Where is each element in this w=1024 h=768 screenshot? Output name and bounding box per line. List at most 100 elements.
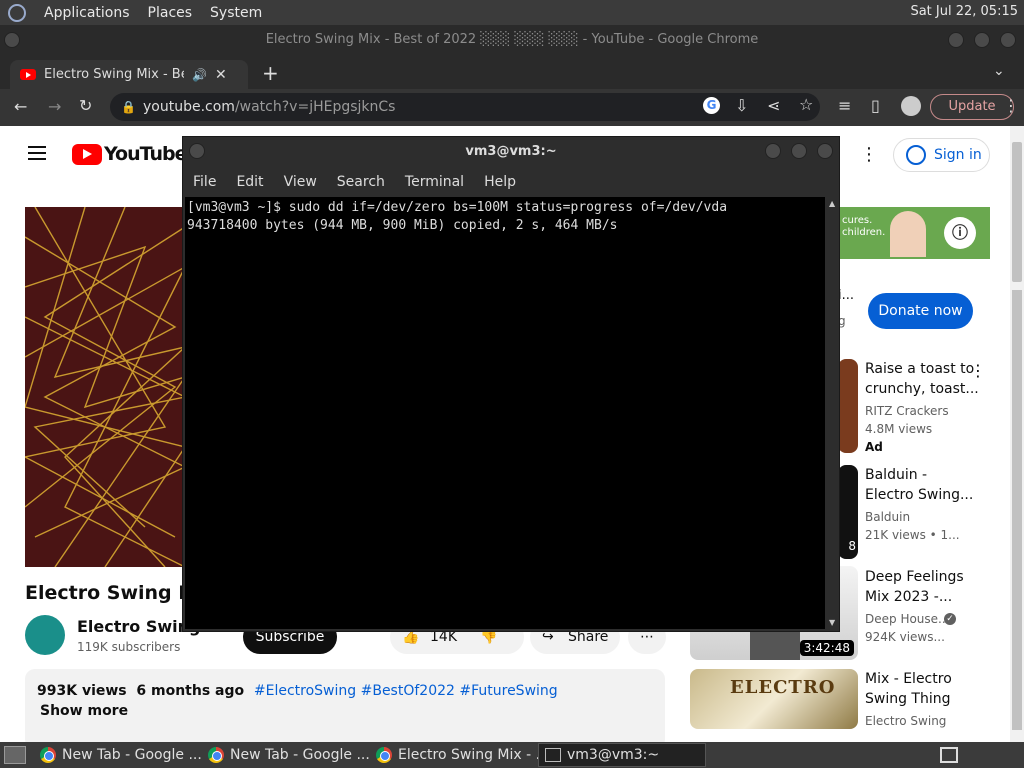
- sidebar-channel: Balduin: [865, 510, 911, 524]
- bookmark-star-icon[interactable]: ☆: [799, 95, 813, 114]
- sidebar-title-line[interactable]: Swing Thing: [865, 689, 951, 709]
- sidebar-title-line[interactable]: Mix - Electro: [865, 669, 952, 689]
- terminal-close-button[interactable]: [817, 143, 833, 159]
- description-box[interactable]: 993K views 6 months ago #ElectroSwing #B…: [25, 669, 665, 749]
- window-menu-icon[interactable]: [4, 32, 20, 48]
- url-path: /watch?v=jHEpgsjknCs: [234, 99, 396, 115]
- page-scrollbar-thumb[interactable]: [1012, 142, 1022, 282]
- terminal-menu-terminal[interactable]: Terminal: [405, 174, 464, 190]
- donate-now-button[interactable]: Donate now: [868, 293, 973, 329]
- taskbar: New Tab - Google ... New Tab - Google ..…: [0, 742, 1024, 768]
- sidebar-thumbnail[interactable]: [838, 359, 858, 453]
- terminal-progress-line: 943718400 bytes (944 MB, 900 MiB) copied…: [187, 218, 618, 233]
- minimize-button[interactable]: [948, 32, 964, 48]
- reload-icon[interactable]: ↻: [79, 96, 92, 115]
- chrome-icon: [208, 747, 224, 763]
- sidebar-thumbnail[interactable]: ELECTRO: [690, 669, 858, 729]
- more-options-icon[interactable]: ⋮: [860, 144, 878, 165]
- youtube-logo-text: YouTube: [104, 143, 187, 165]
- url-host: youtube.com: [143, 99, 235, 115]
- taskbar-item-label: vm3@vm3:~: [567, 747, 660, 763]
- tab-youtube[interactable]: Electro Swing Mix - Best o 🔊 ✕: [10, 60, 248, 89]
- new-tab-icon[interactable]: +: [262, 61, 279, 85]
- clock[interactable]: Sat Jul 22, 05:15: [910, 4, 1018, 19]
- terminal-window-menu-icon[interactable]: [189, 143, 205, 159]
- terminal-scrollbar[interactable]: ▲ ▼: [826, 197, 839, 629]
- sidebar-thumbnail[interactable]: 8: [838, 465, 858, 559]
- close-button[interactable]: [1000, 32, 1016, 48]
- sidebar-title-line[interactable]: crunchy, toast...: [865, 379, 979, 399]
- sidebar-channel: Electro Swing: [865, 714, 947, 728]
- update-button[interactable]: Update: [930, 94, 1014, 120]
- show-desktop-icon[interactable]: [4, 746, 26, 764]
- taskbar-item-chrome-2[interactable]: New Tab - Google ...: [202, 743, 370, 767]
- terminal-menu-file[interactable]: File: [193, 174, 216, 190]
- duration-badge: 3:42:48: [799, 640, 854, 656]
- chrome-menu-icon[interactable]: ⋮: [1003, 96, 1019, 115]
- thumbnail-electro-art: ELECTRO: [730, 677, 836, 698]
- distro-logo-icon[interactable]: [8, 3, 26, 22]
- chrome-icon: [40, 747, 56, 763]
- terminal-title: vm3@vm3:~: [465, 144, 557, 159]
- ad-banner[interactable]: cures. children. ⓘ: [838, 207, 990, 259]
- sidebar-title-line[interactable]: Mix 2023 -...: [865, 587, 952, 607]
- youtube-logo[interactable]: YouTube: [72, 143, 187, 165]
- menu-applications[interactable]: Applications: [44, 5, 130, 21]
- tab-close-icon[interactable]: ✕: [215, 67, 227, 83]
- top-panel: Applications Places System Sat Jul 22, 0…: [0, 0, 1024, 25]
- chrome-icon: [376, 747, 392, 763]
- sidebar-channel: Deep House...: [865, 612, 950, 626]
- hamburger-icon[interactable]: [28, 146, 46, 160]
- terminal-maximize-button[interactable]: [791, 143, 807, 159]
- share-icon[interactable]: ⋖: [767, 96, 780, 115]
- terminal-output[interactable]: [vm3@vm3 ~]$ sudo dd if=/dev/zero bs=100…: [185, 197, 825, 629]
- video-player[interactable]: [25, 207, 185, 567]
- taskbar-item-chrome-3[interactable]: Electro Swing Mix - ...: [370, 743, 538, 767]
- sidebar-views: 4.8M views: [865, 422, 933, 436]
- sign-in-button[interactable]: Sign in: [893, 138, 990, 172]
- hashtags[interactable]: #ElectroSwing #BestOf2022 #FutureSwing: [254, 683, 558, 699]
- taskbar-item-label: New Tab - Google ...: [230, 747, 370, 763]
- terminal-menubar: File Edit View Search Terminal Help: [183, 169, 839, 195]
- terminal-menu-edit[interactable]: Edit: [236, 174, 263, 190]
- terminal-title-bar[interactable]: vm3@vm3:~: [183, 137, 839, 167]
- taskbar-item-terminal[interactable]: vm3@vm3:~: [538, 743, 706, 767]
- media-control-icon[interactable]: ≡: [838, 96, 851, 115]
- show-more-link[interactable]: Show more: [40, 703, 128, 719]
- taskbar-item-chrome-1[interactable]: New Tab - Google ...: [34, 743, 202, 767]
- speaker-icon[interactable]: 🔊: [192, 68, 207, 82]
- menu-system[interactable]: System: [210, 5, 262, 21]
- ad-child-photo: [890, 211, 926, 257]
- profile-avatar[interactable]: [901, 96, 921, 116]
- channel-avatar[interactable]: [25, 615, 65, 655]
- install-icon[interactable]: ⇩: [735, 96, 748, 115]
- page-scrollbar-track-fill[interactable]: [1012, 290, 1022, 730]
- scroll-down-icon[interactable]: ▼: [829, 618, 835, 627]
- terminal-menu-view[interactable]: View: [284, 174, 317, 190]
- subscriber-count: 119K subscribers: [77, 640, 181, 654]
- workspace-switcher-icon[interactable]: [940, 747, 958, 763]
- menu-places[interactable]: Places: [148, 5, 193, 21]
- sidebar-title-line[interactable]: Raise a toast to: [865, 359, 974, 379]
- youtube-play-icon: [72, 143, 102, 165]
- ad-text-1: cures.: [842, 215, 873, 226]
- forward-icon[interactable]: →: [48, 97, 61, 116]
- sidebar-title-line[interactable]: Balduin -: [865, 465, 927, 485]
- terminal-menu-search[interactable]: Search: [337, 174, 385, 190]
- sidebar-more-icon[interactable]: ⋮: [970, 361, 986, 380]
- google-icon[interactable]: G: [703, 97, 720, 114]
- sidebar-title-line[interactable]: Electro Swing...: [865, 485, 973, 505]
- terminal-icon: [545, 748, 561, 762]
- lock-icon[interactable]: 🔒: [121, 93, 136, 121]
- terminal-minimize-button[interactable]: [765, 143, 781, 159]
- maximize-button[interactable]: [974, 32, 990, 48]
- terminal-menu-help[interactable]: Help: [484, 174, 516, 190]
- tab-search-chevron-icon[interactable]: ⌄: [993, 63, 1005, 79]
- sidebar-title-line[interactable]: Deep Feelings: [865, 567, 964, 587]
- sidebar-channel: RITZ Crackers: [865, 404, 949, 418]
- info-icon[interactable]: ⓘ: [944, 217, 976, 249]
- side-panel-icon[interactable]: ▯: [871, 96, 880, 115]
- scroll-up-icon[interactable]: ▲: [829, 199, 835, 208]
- back-icon[interactable]: ←: [14, 97, 27, 116]
- chrome-title-bar: Electro Swing Mix - Best of 2022 ░░░ ░░░…: [0, 25, 1024, 55]
